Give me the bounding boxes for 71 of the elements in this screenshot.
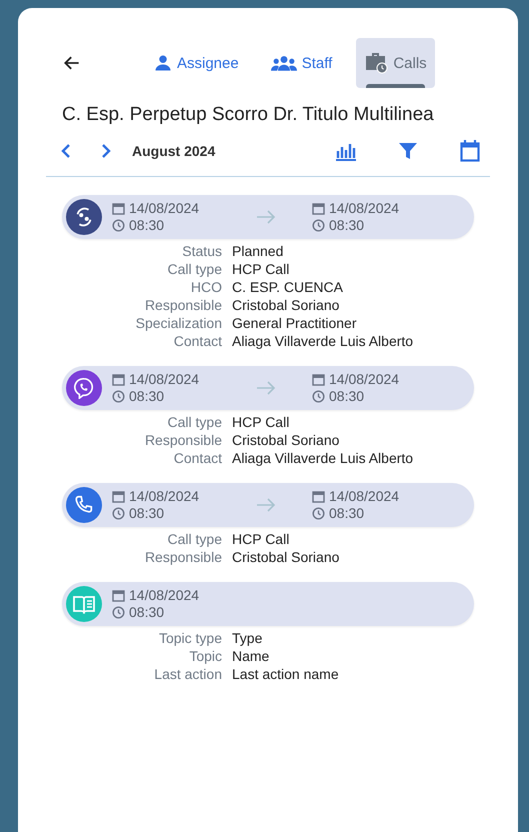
- start-date: 14/08/2024: [129, 200, 200, 217]
- end-date: 14/08/2024: [329, 488, 400, 505]
- start-time: 08:30: [129, 604, 164, 621]
- start-time: 08:30: [129, 217, 164, 234]
- start-date: 14/08/2024: [129, 371, 200, 388]
- detail-label: Contact: [172, 449, 222, 467]
- person-icon: [154, 54, 172, 72]
- clock-icon: [312, 390, 325, 403]
- detail-value: HCP Call: [232, 413, 290, 431]
- briefcase-clock-icon: [364, 52, 388, 74]
- calendar-icon: [112, 490, 125, 503]
- end-time: 08:30: [329, 505, 364, 522]
- end-date: 14/08/2024: [329, 371, 400, 388]
- calendar-icon: [112, 589, 125, 602]
- detail-label: Topic type: [158, 629, 222, 647]
- detail-value: Last action name: [232, 665, 340, 683]
- start-time: 08:30: [129, 388, 164, 405]
- detail-value: HCP Call: [232, 260, 290, 278]
- clock-icon: [312, 219, 325, 232]
- calendar-icon: [312, 202, 325, 215]
- detail-label: Last action: [153, 665, 222, 683]
- clock-icon: [112, 219, 125, 232]
- detail-value: Planned: [232, 242, 284, 260]
- clock-icon: [112, 606, 125, 619]
- group-icon: [270, 55, 297, 71]
- detail-label: Topic: [188, 647, 222, 665]
- arrow-icon: [256, 381, 276, 395]
- detail-label: Responsible: [144, 431, 222, 449]
- calendar-icon: [312, 373, 325, 386]
- end-date: 14/08/2024: [329, 200, 400, 217]
- calendar-icon: [112, 373, 125, 386]
- detail-value: Cristobal Soriano: [232, 548, 340, 566]
- month-label: August 2024: [132, 143, 216, 159]
- start-date: 14/08/2024: [129, 488, 200, 505]
- detail-value: Cristobal Soriano: [232, 296, 340, 314]
- detail-label: Contact: [172, 332, 222, 350]
- calendar-icon: [112, 202, 125, 215]
- clock-icon: [312, 507, 325, 520]
- detail-value: Cristobal Soriano: [232, 431, 340, 449]
- tab[interactable]: Assignee: [146, 38, 247, 88]
- detail-label: Call type: [166, 413, 222, 431]
- detail-value: Aliaga Villaverde Luis Alberto: [232, 449, 414, 467]
- arrow-icon: [256, 210, 276, 224]
- detail-value: Aliaga Villaverde Luis Alberto: [232, 332, 414, 350]
- tab[interactable]: Staff: [262, 38, 340, 88]
- calendar-icon: [312, 490, 325, 503]
- detail-value: C. ESP. CUENCA: [232, 278, 344, 296]
- tab[interactable]: Calls: [356, 38, 435, 88]
- clock-icon: [112, 390, 125, 403]
- detail-value: HCP Call: [232, 530, 290, 548]
- event-header[interactable]: 14/08/2024 08:30 14/08/2024 08:30: [62, 366, 474, 410]
- event-header[interactable]: 14/08/2024 08:30 14/08/2024 08:30: [62, 195, 474, 239]
- start-date: 14/08/2024: [129, 587, 200, 604]
- event-header[interactable]: 14/08/2024 08:30: [62, 582, 474, 626]
- detail-label: Specialization: [134, 314, 222, 332]
- page-title: C. Esp. Perpetup Scorro Dr. Titulo Multilinea: [62, 104, 435, 126]
- start-time: 08:30: [129, 505, 164, 522]
- detail-label: Call type: [166, 260, 222, 278]
- detail-value: Name: [232, 647, 270, 665]
- detail-label: Responsible: [144, 296, 222, 314]
- detail-label: Responsible: [144, 548, 222, 566]
- detail-value: General Practitioner: [232, 314, 358, 332]
- event-header[interactable]: 14/08/2024 08:30 14/08/2024 08:30: [62, 483, 474, 527]
- detail-label: HCO: [190, 278, 222, 296]
- detail-label: Call type: [166, 530, 222, 548]
- detail-value: Type: [232, 629, 264, 647]
- end-time: 08:30: [329, 388, 364, 405]
- end-time: 08:30: [329, 217, 364, 234]
- clock-icon: [112, 507, 125, 520]
- detail-label: Status: [181, 242, 222, 260]
- arrow-icon: [256, 498, 276, 512]
